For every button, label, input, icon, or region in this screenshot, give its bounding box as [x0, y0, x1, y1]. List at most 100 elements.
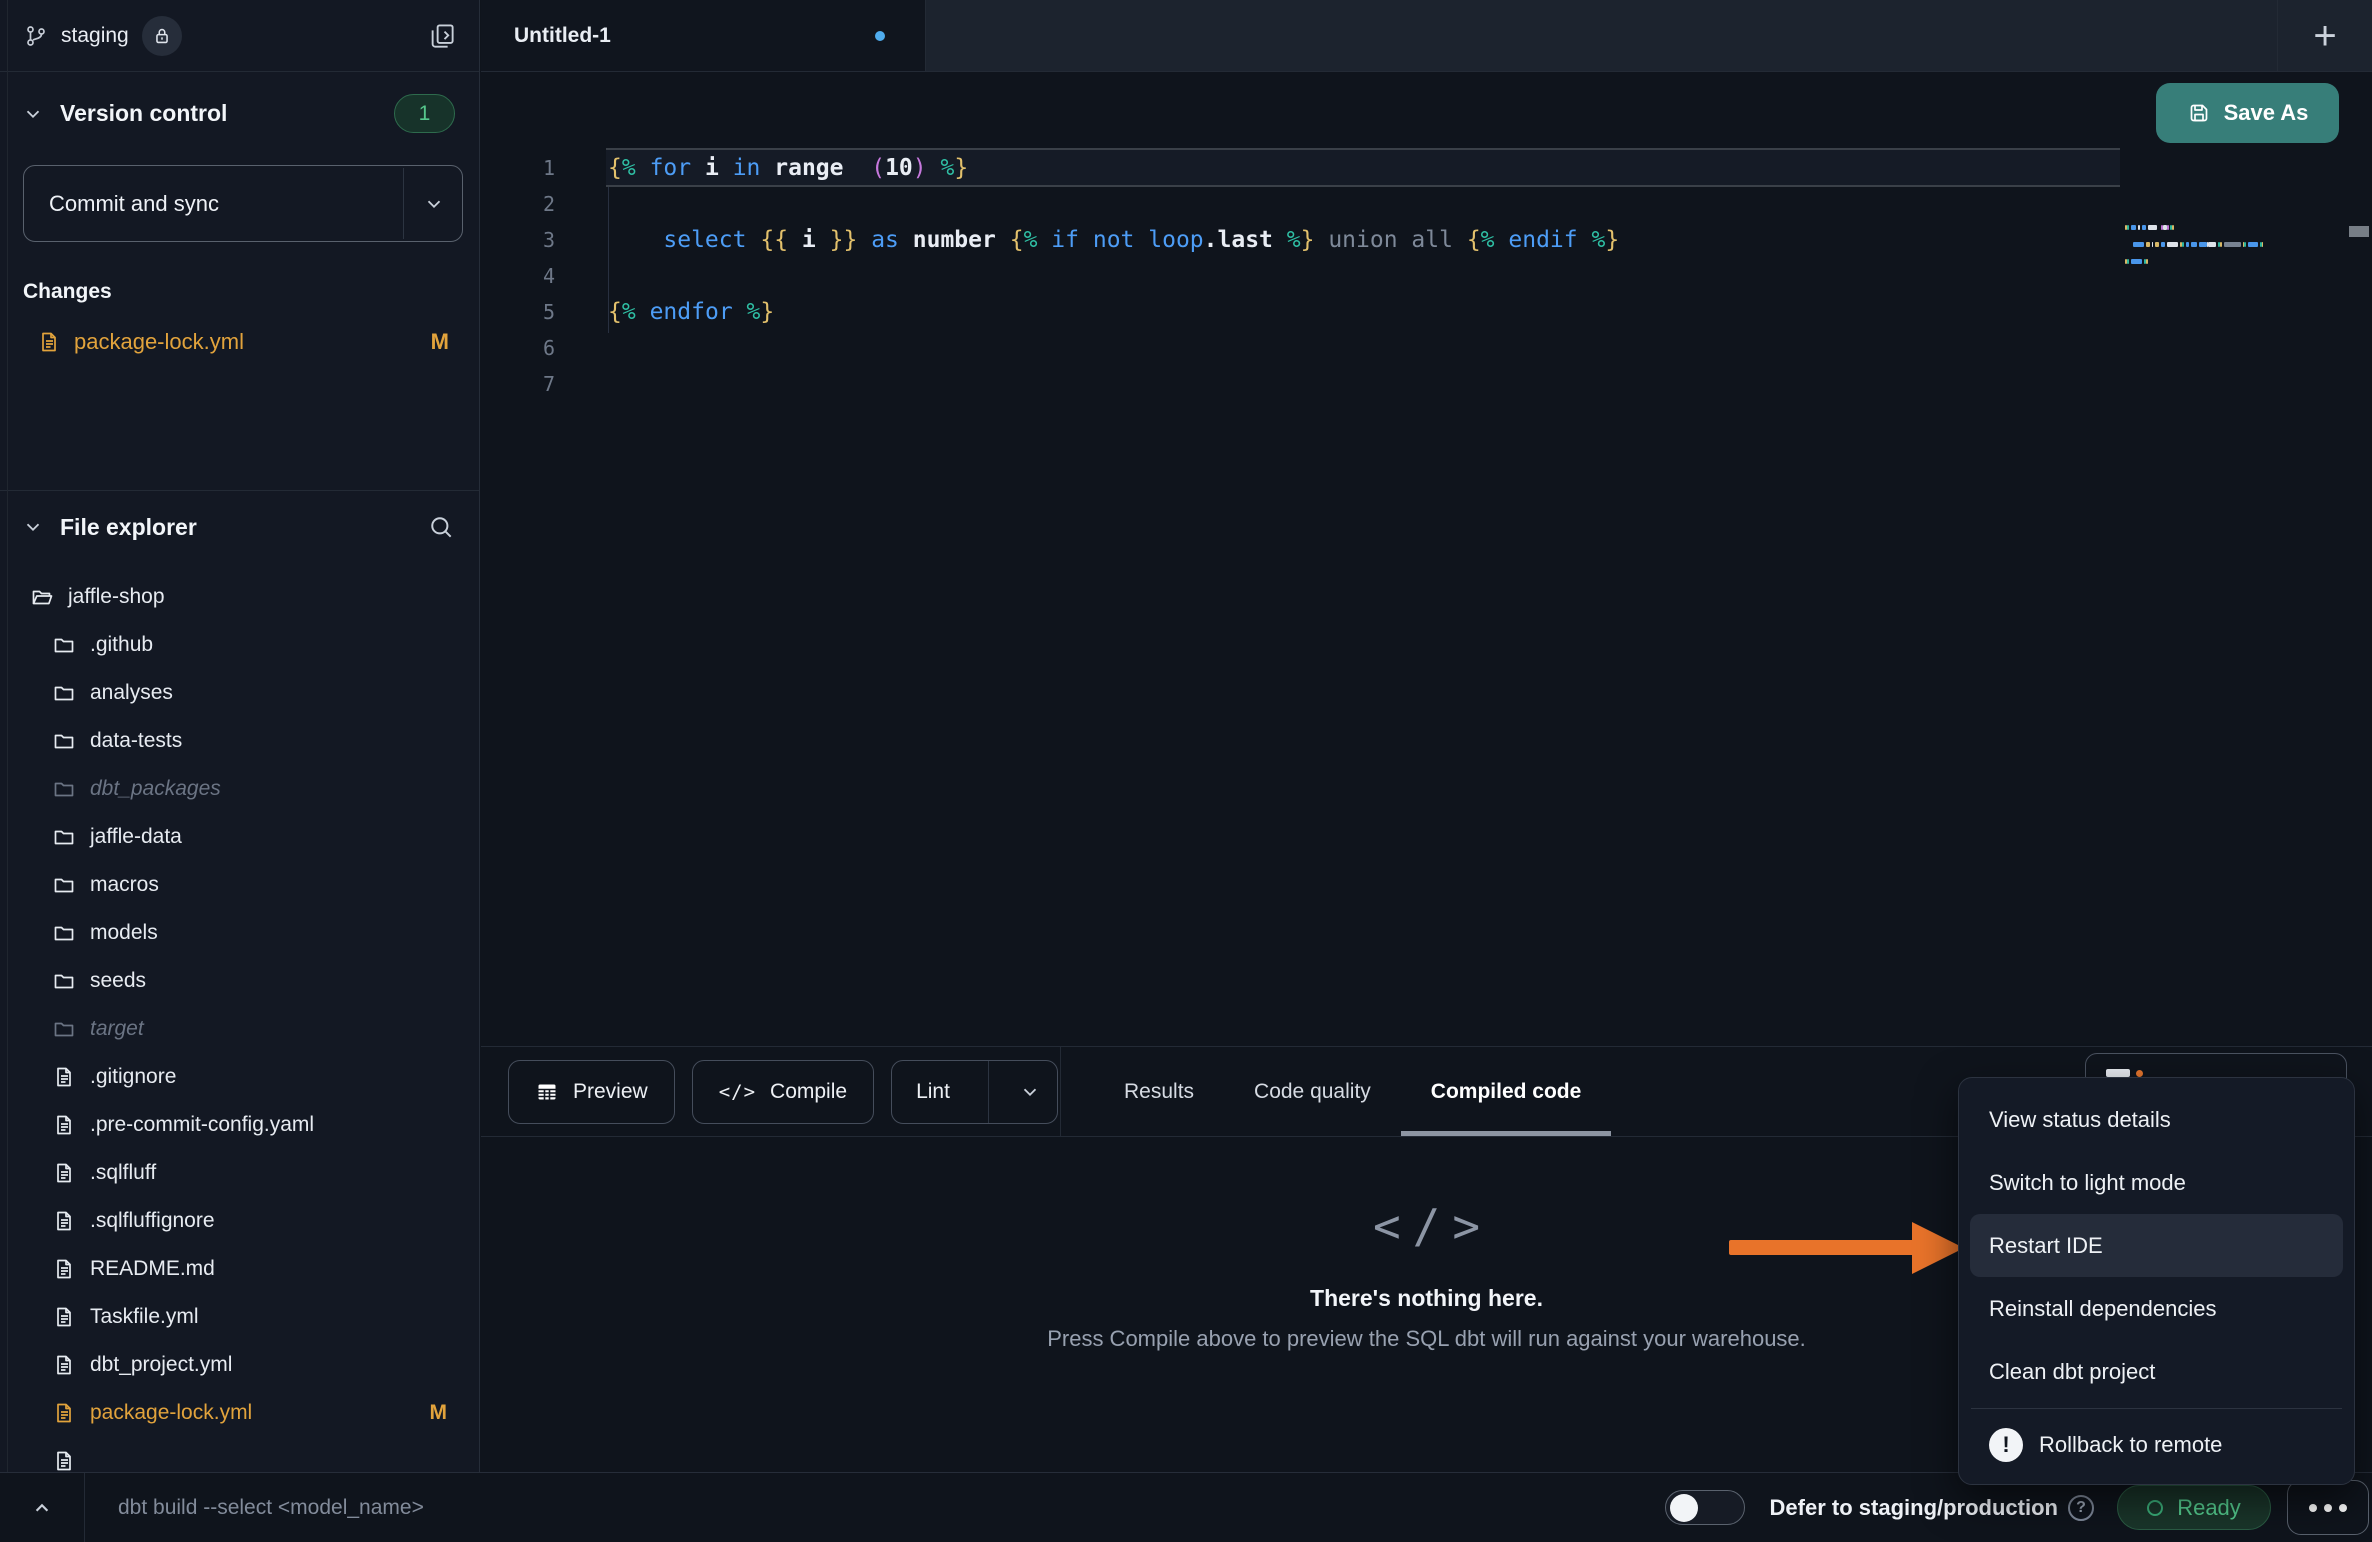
tree-item-readme-md[interactable]: README.md	[0, 1245, 479, 1293]
chevron-down-icon[interactable]	[1003, 1081, 1057, 1103]
branch-lock-badge	[142, 16, 182, 56]
compile-button[interactable]: </> Compile	[692, 1060, 874, 1124]
version-control-section: Version control 1 Commit and sync Change…	[0, 72, 479, 490]
tree-item-label: .pre-commit-config.yaml	[90, 1113, 314, 1137]
menu-item-reinstall-dependencies[interactable]: Reinstall dependencies	[1959, 1277, 2354, 1340]
tree-item-pre-commit-config-yaml[interactable]: .pre-commit-config.yaml	[0, 1101, 479, 1149]
chevron-down-icon[interactable]	[22, 103, 44, 125]
tree-item-sqlfluffignore[interactable]: .sqlfluffignore	[0, 1197, 479, 1245]
tree-item-jaffle-data[interactable]: jaffle-data	[0, 813, 479, 861]
chevron-up-icon	[29, 1495, 55, 1521]
status-dot-icon	[2147, 1500, 2163, 1516]
tab-untitled-1[interactable]: Untitled-1	[481, 0, 926, 71]
status-alert-dot	[2136, 1070, 2143, 1077]
menu-item-rollback-to-remote[interactable]: !Rollback to remote	[1959, 1413, 2354, 1476]
version-control-title: Version control	[60, 100, 227, 127]
tree-item-label: jaffle-shop	[68, 585, 165, 609]
sidebar: staging Ver	[0, 0, 480, 1472]
line-number: 2	[481, 192, 555, 216]
modified-badge: M	[431, 329, 449, 355]
menu-item-view-status-details[interactable]: View status details	[1959, 1088, 2354, 1151]
tree-item-label: .sqlfluff	[90, 1161, 156, 1185]
defer-label: Defer to staging/production	[1770, 1495, 2058, 1521]
compile-label: Compile	[770, 1080, 847, 1104]
question-icon[interactable]: ?	[2068, 1495, 2094, 1521]
menu-item-restart-ide[interactable]: Restart IDE	[1970, 1214, 2343, 1277]
tree-item-taskfile-yml[interactable]: Taskfile.yml	[0, 1293, 479, 1341]
commit-button-divider	[403, 168, 404, 239]
menu-item-clean-dbt-project[interactable]: Clean dbt project	[1959, 1340, 2354, 1403]
folder-icon	[52, 873, 76, 897]
status-ready-pill[interactable]: Ready	[2117, 1485, 2271, 1530]
line-number: 1	[481, 156, 555, 180]
tree-item-clipped[interactable]	[0, 1437, 479, 1472]
tree-item-sqlfluff[interactable]: .sqlfluff	[0, 1149, 479, 1197]
defer-toggle[interactable]	[1665, 1490, 1745, 1525]
editor-tab-bar: Untitled-1 +	[481, 0, 2372, 72]
git-branch-icon	[24, 24, 48, 48]
line-number: 6	[481, 336, 555, 360]
tree-item-models[interactable]: models	[0, 909, 479, 957]
file-icon	[52, 1161, 76, 1185]
menu-item-label: Rollback to remote	[2039, 1432, 2222, 1458]
branch-name: staging	[61, 24, 129, 48]
panel-tab-compiled-code[interactable]: Compiled code	[1401, 1047, 1612, 1136]
tree-item-data-tests[interactable]: data-tests	[0, 717, 479, 765]
code-line-7: 7	[481, 366, 2372, 402]
preview-button[interactable]: Preview	[508, 1060, 675, 1124]
tree-item-label: .gitignore	[90, 1065, 176, 1089]
line-number: 7	[481, 372, 555, 396]
command-input[interactable]: dbt build --select <model_name>	[118, 1496, 424, 1520]
branch-header: staging	[0, 0, 479, 72]
unsaved-indicator-dot	[875, 31, 885, 41]
tree-item-dbt-project-yml[interactable]: dbt_project.yml	[0, 1341, 479, 1389]
changed-file-row[interactable]: package-lock.yml M	[0, 320, 479, 364]
tree-item-gitignore[interactable]: .gitignore	[0, 1053, 479, 1101]
more-options-button[interactable]	[2287, 1480, 2369, 1535]
expand-command-bar-button[interactable]	[0, 1473, 85, 1542]
tree-item-dbt-packages[interactable]: dbt_packages	[0, 765, 479, 813]
tree-item-jaffle-shop[interactable]: jaffle-shop	[0, 573, 479, 621]
code-line-3: 3 select {{ i }} as number {% if not loo…	[481, 222, 2372, 258]
tree-item-label: Taskfile.yml	[90, 1305, 199, 1329]
code-line-4: 4	[481, 258, 2372, 294]
copy-branch-button[interactable]	[427, 21, 457, 51]
panel-tab-code-quality[interactable]: Code quality	[1224, 1047, 1401, 1136]
panel-tab-results[interactable]: Results	[1094, 1047, 1224, 1136]
line-number: 3	[481, 228, 555, 252]
tab-title: Untitled-1	[514, 24, 611, 48]
minimap[interactable]	[2125, 225, 2343, 285]
tree-item-github[interactable]: .github	[0, 621, 479, 669]
tree-item-analyses[interactable]: analyses	[0, 669, 479, 717]
file-search-button[interactable]	[427, 513, 455, 541]
chevron-down-icon[interactable]	[423, 166, 445, 241]
folder-icon	[52, 969, 76, 993]
new-tab-button[interactable]: +	[2307, 15, 2342, 57]
folder-icon	[52, 681, 76, 705]
lint-button-divider	[988, 1061, 989, 1123]
commit-and-sync-label: Commit and sync	[49, 191, 219, 217]
code-area[interactable]: 1{% for i in range (10) %}23 select {{ i…	[481, 150, 2372, 1046]
code-lines: 1{% for i in range (10) %}23 select {{ i…	[481, 150, 2372, 402]
annotation-arrow	[1729, 1240, 1915, 1255]
code-text: {% endfor %}	[608, 299, 774, 325]
tree-item-macros[interactable]: macros	[0, 861, 479, 909]
tree-item-label: README.md	[90, 1257, 215, 1281]
tree-item-target[interactable]: target	[0, 1005, 479, 1053]
tree-item-package-lock-yml[interactable]: package-lock.ymlM	[0, 1389, 479, 1437]
status-button-icon	[2106, 1069, 2130, 1077]
folder-icon	[52, 729, 76, 753]
menu-item-switch-to-light-mode[interactable]: Switch to light mode	[1959, 1151, 2354, 1214]
code-line-2: 2	[481, 186, 2372, 222]
tree-item-seeds[interactable]: seeds	[0, 957, 479, 1005]
changes-label: Changes	[23, 280, 479, 304]
editor-scrollbar[interactable]	[2349, 226, 2369, 237]
commit-and-sync-button[interactable]: Commit and sync	[23, 165, 463, 242]
save-as-button[interactable]: Save As	[2156, 83, 2339, 143]
chevron-down-icon[interactable]	[22, 516, 44, 538]
tree-item-label: jaffle-data	[90, 825, 182, 849]
menu-divider	[1971, 1408, 2342, 1409]
changes-count-badge: 1	[394, 94, 455, 133]
file-explorer-header: File explorer	[0, 491, 479, 541]
lint-button[interactable]: Lint	[891, 1060, 1058, 1124]
